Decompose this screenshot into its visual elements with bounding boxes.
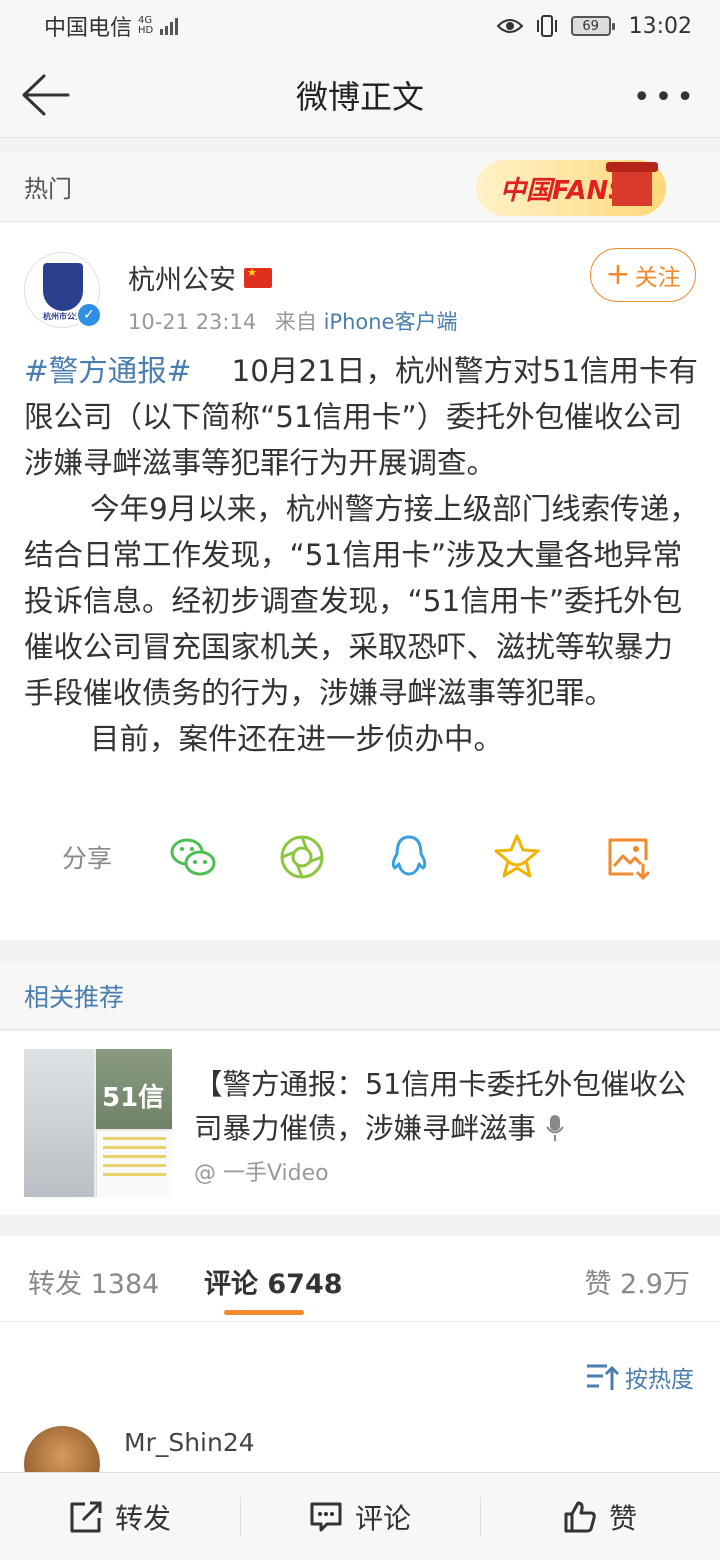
- signal-icon: [160, 18, 179, 35]
- author-name[interactable]: 杭州公安: [128, 258, 236, 297]
- post-meta: 10-21 23:14 来自 iPhone客户端: [128, 306, 457, 336]
- bottom-action-bar: 转发 评论 赞: [0, 1472, 720, 1560]
- nav-bar: 微博正文 •••: [0, 52, 720, 138]
- moments-icon[interactable]: [277, 832, 327, 882]
- sort-icon: [587, 1364, 619, 1390]
- weibo-post: 杭州市公安 ✓ 杭州公安 10-21 23:14 来自 iPhone客户端 + …: [0, 222, 720, 940]
- qq-icon[interactable]: [384, 832, 434, 882]
- hot-label: 热门: [24, 175, 72, 203]
- repost-label: 转发: [114, 1501, 171, 1535]
- author-name-row: 杭州公安: [128, 258, 272, 297]
- related-article-title: 【警方通报：51信用卡委托外包催收公司暴力催债，涉嫌寻衅滋事: [194, 1068, 687, 1145]
- vibrate-icon: [536, 15, 557, 37]
- page-title: 微博正文: [295, 77, 424, 116]
- post-paragraph-1: #警方通报# 10月21日，杭州警方对51信用卡有限公司（以下简称“51信用卡”）…: [24, 354, 699, 480]
- comment-button[interactable]: 评论: [240, 1473, 480, 1560]
- save-image-icon[interactable]: [603, 832, 653, 882]
- wechat-icon[interactable]: [168, 832, 218, 882]
- police-badge-icon: [43, 263, 83, 311]
- hashtag-link[interactable]: #警方通报#: [24, 354, 191, 388]
- source-prefix: 来自: [274, 310, 317, 334]
- post-time: 10-21 23:14: [128, 310, 257, 334]
- repost-button[interactable]: 转发: [0, 1473, 240, 1560]
- eye-icon: [496, 19, 523, 33]
- fans-badge-text: 中国FANS: [500, 175, 628, 206]
- building-image: [24, 1049, 94, 1197]
- post-paragraph-3: 目前，案件还在进一步侦办中。: [90, 722, 504, 756]
- carrier-info: 中国电信 4G HD: [44, 10, 181, 42]
- sort-label: 按热度: [625, 1367, 694, 1393]
- verified-icon: ✓: [76, 302, 102, 328]
- tab-likes[interactable]: 赞 2.9万: [584, 1262, 690, 1301]
- sign-image: 51信: [96, 1049, 172, 1129]
- related-card[interactable]: 51信 【警方通报：51信用卡委托外包催收公司暴力催债，涉嫌寻衅滋事 @ 一手V…: [0, 1031, 720, 1215]
- share-label: 分享: [62, 844, 113, 873]
- back-arrow-icon[interactable]: [20, 72, 70, 118]
- sort-by-hot-button[interactable]: 按热度: [585, 1360, 694, 1394]
- battery-indicator: 69: [570, 16, 615, 36]
- post-content: #警方通报# 10月21日，杭州警方对51信用卡有限公司（以下简称“51信用卡”）…: [24, 348, 700, 762]
- share-row: 分享: [0, 822, 720, 892]
- status-right: 69 13:02: [496, 13, 692, 39]
- related-thumbnail: 51信: [24, 1049, 172, 1197]
- network-type: 4G HD: [138, 15, 154, 36]
- china-fans-badge[interactable]: 中国FANS: [476, 160, 666, 216]
- china-flag-icon: [244, 266, 272, 288]
- hot-section-bar: 热门 中国FANS: [0, 152, 720, 222]
- more-options-icon[interactable]: •••: [633, 80, 698, 115]
- status-bar: 中国电信 4G HD 69 13:02: [0, 0, 720, 52]
- document-image: [96, 1131, 172, 1197]
- active-tab-indicator: [224, 1310, 304, 1315]
- related-title: 相关推荐: [24, 982, 125, 1012]
- related-author: @ 一手Video: [194, 1161, 329, 1186]
- commenter-name[interactable]: Mr_Shin24: [124, 1428, 255, 1457]
- comments-section: 按热度 Mr_Shin24: [0, 1322, 720, 1502]
- tab-comments[interactable]: 评论 6748: [204, 1262, 343, 1301]
- like-button[interactable]: 赞: [480, 1473, 720, 1560]
- follow-label: 关注: [634, 265, 681, 291]
- tiananmen-icon: [606, 162, 658, 206]
- like-label: 赞: [608, 1501, 637, 1535]
- microphone-icon: [546, 1115, 564, 1141]
- clock: 13:02: [628, 13, 692, 39]
- post-paragraph-2: 今年9月以来，杭州警方接上级部门线索传递，结合日常工作发现，“51信用卡”涉及大…: [24, 492, 699, 710]
- post-source[interactable]: iPhone客户端: [324, 310, 458, 334]
- carrier-name: 中国电信: [44, 16, 133, 41]
- comment-icon: [310, 1502, 342, 1531]
- repost-icon: [70, 1501, 102, 1532]
- stats-tabs: 转发 1384 评论 6748 赞 2.9万: [0, 1236, 720, 1322]
- plus-icon: +: [605, 257, 631, 292]
- tab-reposts[interactable]: 转发 1384: [28, 1262, 159, 1301]
- favorite-star-icon[interactable]: [492, 832, 542, 882]
- follow-button[interactable]: + 关注: [590, 248, 696, 302]
- thumbs-up-icon: [564, 1501, 596, 1532]
- comment-label: 评论: [354, 1501, 411, 1535]
- related-header: 相关推荐: [0, 962, 720, 1030]
